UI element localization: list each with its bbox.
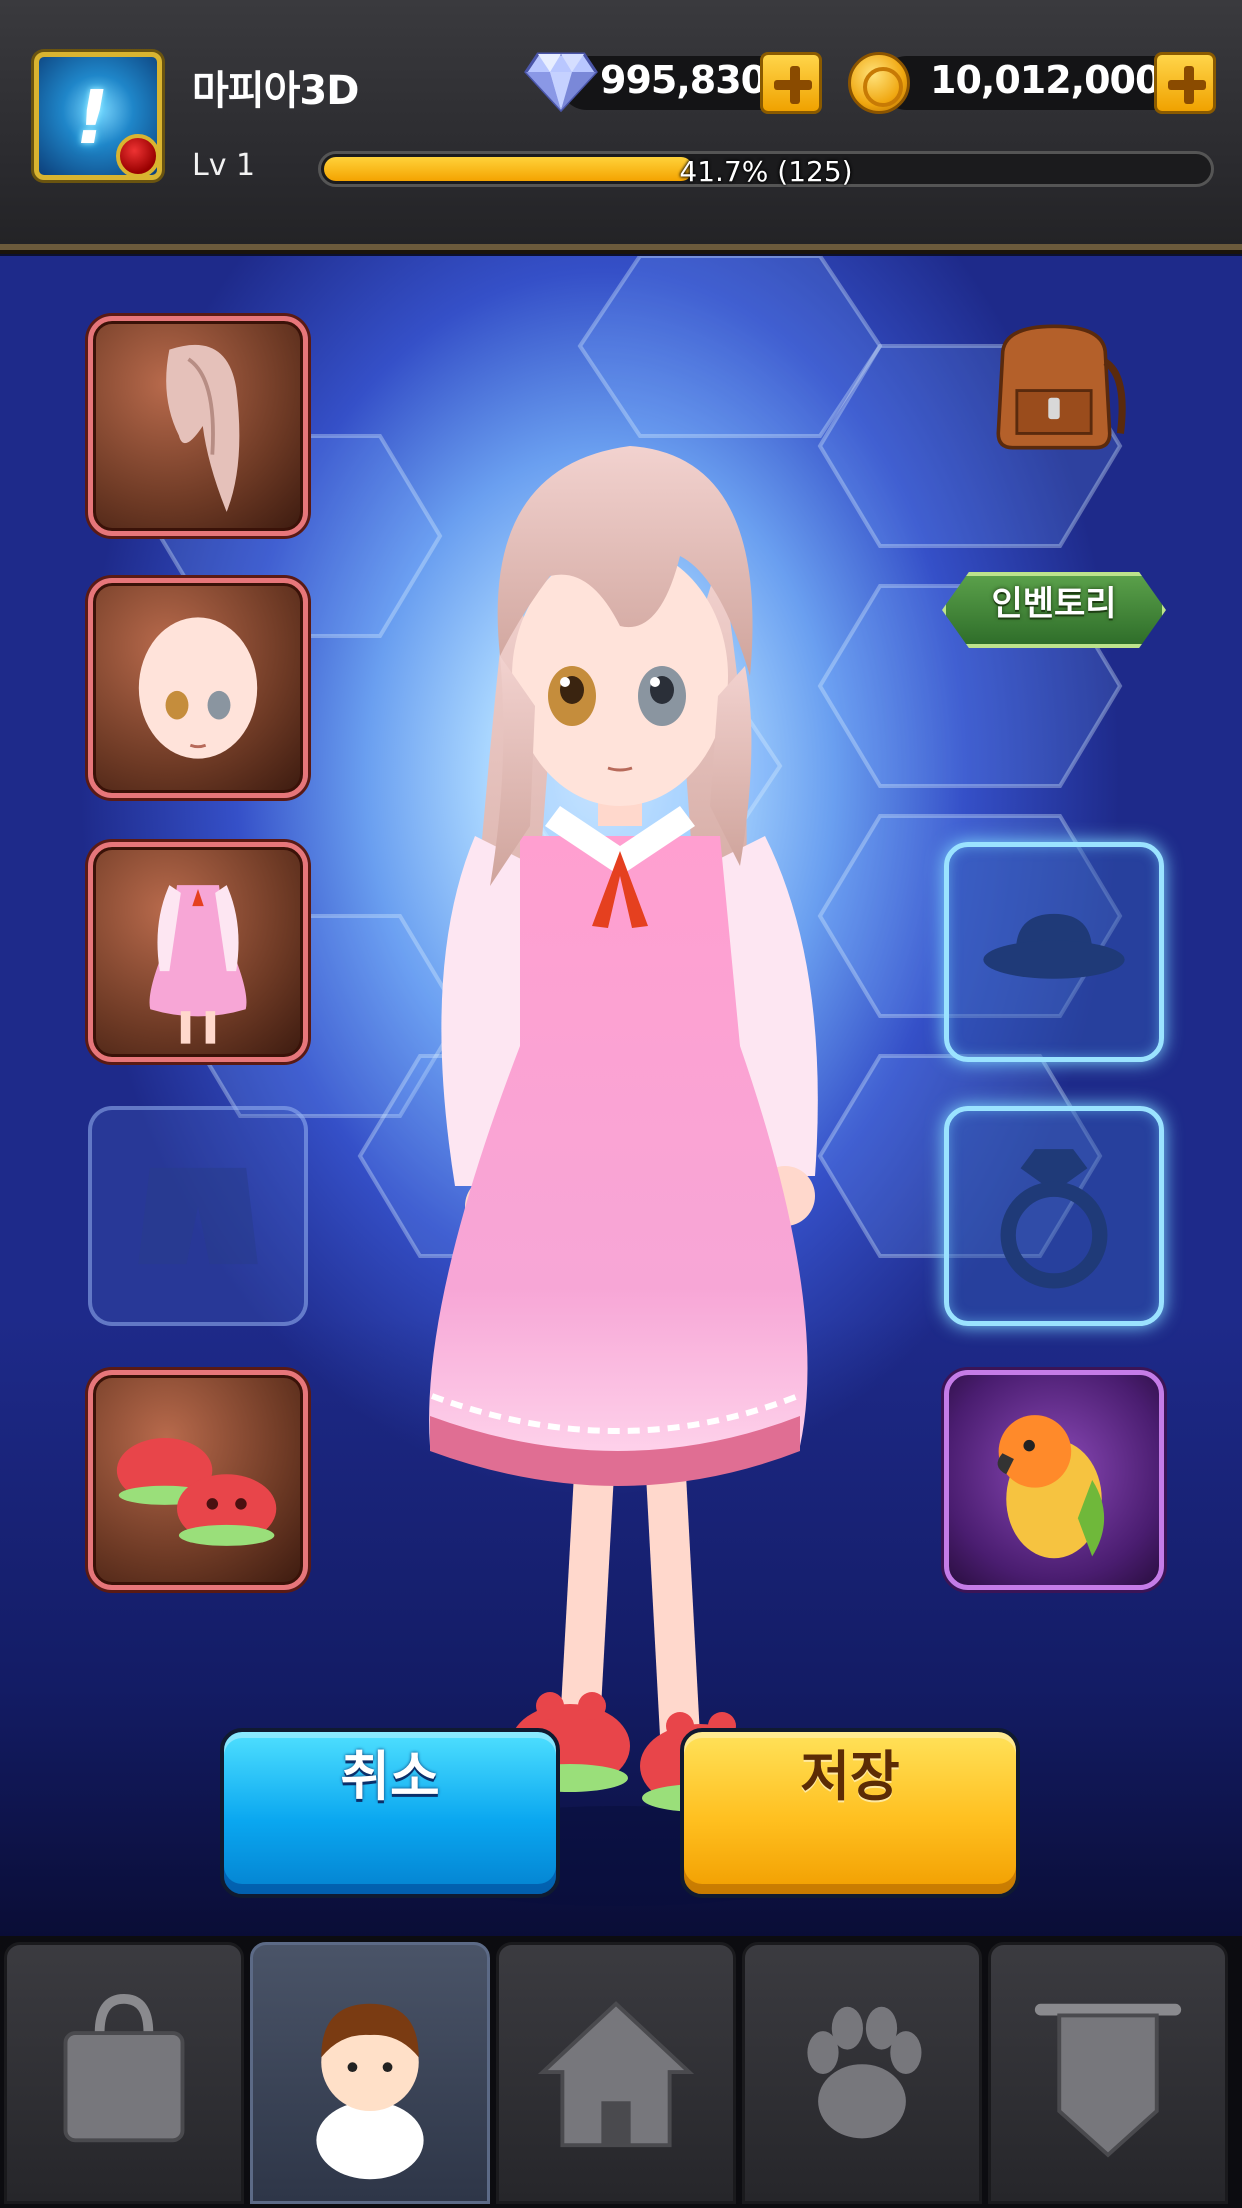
home-icon <box>537 2001 695 2148</box>
dress-item-icon <box>149 885 247 1044</box>
tab-home[interactable] <box>496 1942 736 2204</box>
character-icon <box>316 2003 424 2180</box>
gold-coin-icon <box>848 52 910 114</box>
tab-pet[interactable] <box>742 1942 982 2204</box>
notification-dot-icon <box>116 134 160 178</box>
inventory-label: 인벤토리 <box>942 572 1166 648</box>
banner-icon <box>1034 2003 1182 2158</box>
shopping-bag-icon <box>63 1994 185 2143</box>
face-item-icon <box>138 617 258 759</box>
hair-slot[interactable] <box>88 316 308 536</box>
shoes-slot[interactable] <box>88 1370 308 1590</box>
character-model <box>380 446 860 1906</box>
diamond-icon <box>524 52 598 112</box>
tab-guild[interactable] <box>988 1942 1228 2204</box>
ring-slot[interactable] <box>944 1106 1164 1326</box>
backpack-icon <box>996 324 1126 450</box>
gem-amount: 995,830 <box>600 58 767 102</box>
tab-character[interactable] <box>250 1942 490 2204</box>
exclamation-icon: ! <box>67 75 117 161</box>
coin-currency: 10,012,000 <box>848 52 1216 114</box>
pet-slot[interactable] <box>944 1370 1164 1590</box>
shorts-icon <box>138 1167 258 1265</box>
cancel-button[interactable]: 취소 <box>220 1728 560 1898</box>
bottom-navigation <box>0 1936 1242 2208</box>
buy-gems-plus-button[interactable] <box>760 52 822 114</box>
save-button[interactable]: 저장 <box>680 1728 1020 1898</box>
cancel-button-label: 취소 <box>340 1745 440 1808</box>
save-button-label: 저장 <box>800 1745 900 1808</box>
player-name: 마피아3D <box>192 68 359 114</box>
pants-slot[interactable] <box>88 1106 308 1326</box>
outfit-slot[interactable] <box>88 842 308 1062</box>
parrot-pet-icon <box>997 1415 1105 1559</box>
top-status-bar: ! 마피아3D Lv 1 41.7% (125) 995,830 10,012,… <box>0 0 1242 250</box>
tab-shop[interactable] <box>4 1942 244 2204</box>
gem-currency: 995,830 <box>524 52 822 114</box>
xp-progress-text: 41.7% (125) <box>679 155 853 188</box>
face-slot[interactable] <box>88 578 308 798</box>
hair-item-icon <box>166 344 240 512</box>
player-level: Lv 1 <box>192 148 256 183</box>
buy-coins-plus-button[interactable] <box>1154 52 1216 114</box>
character-customization-stage: 인벤토리 <box>0 256 1242 1936</box>
paw-icon <box>807 2006 922 2139</box>
hat-slot[interactable] <box>944 842 1164 1062</box>
slippers-item-icon <box>116 1438 277 1546</box>
hat-icon <box>983 913 1125 979</box>
ring-icon <box>1000 1149 1108 1289</box>
inventory-button[interactable]: 인벤토리 <box>942 312 1166 648</box>
coin-amount: 10,012,000 <box>930 58 1161 102</box>
xp-progress-bar: 41.7% (125) <box>318 151 1214 188</box>
